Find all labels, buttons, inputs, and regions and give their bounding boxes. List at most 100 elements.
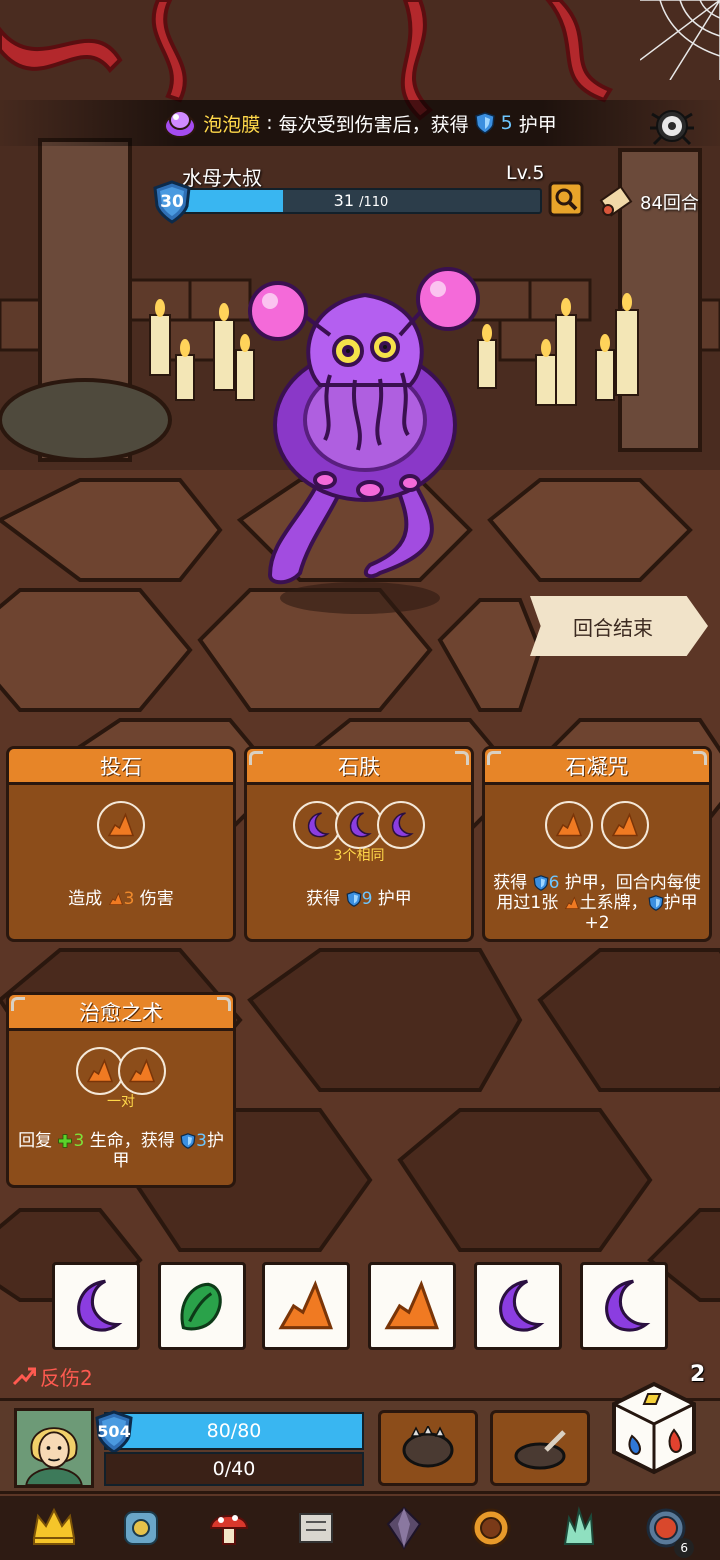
reroll-dice-button[interactable] [610, 1380, 698, 1476]
armor-icon [124, 1511, 159, 1545]
crystal-icon [386, 1506, 422, 1550]
settings-gear-icon[interactable] [646, 100, 698, 152]
card-description-text: 回复 [18, 1131, 58, 1151]
player-avatar[interactable] [14, 1408, 94, 1488]
card-corner-decoration [217, 997, 231, 1011]
card-title: 石肤 [247, 749, 471, 785]
dice-slot[interactable] [377, 801, 425, 849]
relic-scroll-map[interactable] [288, 1500, 344, 1556]
card-healing-art[interactable]: 治愈之术一对回复 3 生命，获得 3护甲 [6, 992, 236, 1188]
dice-slot[interactable] [293, 801, 341, 849]
shield-icon [180, 1133, 196, 1149]
card-dice-slots[interactable] [247, 801, 471, 849]
die-moon[interactable] [52, 1262, 140, 1350]
dice-slot[interactable] [97, 801, 145, 849]
enemy-name: 水母大叔 [182, 166, 262, 190]
relic-amulet[interactable] [463, 1500, 519, 1556]
card-effect-value: 3 [196, 1131, 207, 1151]
leaf-icon [180, 1282, 222, 1331]
card-description: 获得 6 护甲，回合内每使用过1张 土系牌， 护甲+2 [493, 873, 701, 933]
dice-slot[interactable] [601, 801, 649, 849]
card-effect-value: 3 [73, 1131, 85, 1151]
player-armor-value: 504 [97, 1422, 131, 1441]
moon-icon [499, 1279, 545, 1332]
shield-icon [648, 895, 664, 911]
card-description-text: 造成 [68, 889, 108, 909]
card-corner-decoration [487, 751, 501, 765]
end-turn-button[interactable]: 回合结束 [530, 596, 708, 656]
card-title: 治愈之术 [9, 995, 233, 1031]
heal-icon [58, 1134, 73, 1148]
card-stone-curse[interactable]: 石凝咒 获得 6 护甲，回合内每使用过1张 土系牌， 护甲+2 [482, 746, 712, 942]
relic-bar: 6 [0, 1496, 720, 1560]
card-description: 回复 3 生命，获得 3护甲 [17, 1131, 225, 1171]
card-dice-slots[interactable] [9, 1047, 233, 1095]
player-xp-bar: 0/40 [104, 1452, 364, 1486]
relic-count-badge: 6 [674, 1538, 695, 1558]
relic-armor[interactable] [113, 1500, 169, 1556]
moon-icon [307, 812, 330, 838]
reflect-arrow-icon [12, 1367, 36, 1385]
buff-name: 泡泡膜 [203, 113, 261, 136]
earth-icon [384, 1280, 439, 1330]
card-description: 造成 3 伤害 [17, 889, 225, 909]
enemy-hp-text: 31 /110 [182, 190, 540, 212]
slot-requirement-note: 一对 [107, 1094, 135, 1110]
card-description-text: 获得 [306, 889, 346, 909]
relic-mushroom[interactable] [201, 1500, 257, 1556]
scroll-icon [599, 185, 633, 217]
card-corner-decoration [455, 751, 469, 765]
card-stone-skin[interactable]: 石肤 3个相同 获得 9 护甲 [244, 746, 474, 942]
card-description-text: 伤害 [134, 889, 174, 909]
skill-slot-dig[interactable] [490, 1410, 590, 1486]
relic-crown[interactable] [26, 1500, 82, 1556]
die-moon[interactable] [580, 1262, 668, 1350]
enemy-hp-max: /110 [359, 195, 389, 210]
relic-ice-crystal[interactable] [551, 1500, 607, 1556]
enemy-buff-bar[interactable]: 泡泡膜 : 每次受到伤害后，获得 5 护甲 [0, 100, 720, 146]
earth-icon [128, 1058, 156, 1083]
ice-crystal-icon [563, 1506, 594, 1545]
reflect-damage-status[interactable]: 反伤2 [12, 1362, 93, 1391]
spider-web-decoration [640, 0, 720, 80]
earth-icon [278, 1280, 333, 1330]
dice-slot[interactable] [118, 1047, 166, 1095]
earth-icon [86, 1058, 114, 1083]
slot-requirement-note: 3个相同 [333, 848, 385, 864]
die-leaf[interactable] [158, 1262, 246, 1350]
reflect-label: 反伤2 [40, 1366, 93, 1390]
earth-icon [564, 896, 579, 909]
moon-icon [605, 1279, 651, 1332]
card-throw-stone[interactable]: 投石 造成 3 伤害 [6, 746, 236, 942]
relic-rune-orb[interactable]: 6 [638, 1500, 695, 1558]
card-effect-value: 6 [548, 873, 560, 893]
earth-icon [108, 892, 123, 905]
die-earth[interactable] [368, 1262, 456, 1350]
jellyfish-monster[interactable] [230, 255, 500, 615]
buff-shield-value: 5 [500, 112, 513, 134]
player-hp-text: 80/80 [206, 1420, 262, 1442]
dice-slot[interactable] [76, 1047, 124, 1095]
player-hp-bar: 80/80 [104, 1412, 364, 1450]
dice-slot[interactable] [545, 801, 593, 849]
mushroom-icon [209, 1515, 248, 1545]
card-corner-decoration [249, 751, 263, 765]
crown-icon [32, 1507, 75, 1545]
card-effect-value: 3 [123, 889, 135, 909]
dice-slot[interactable] [335, 801, 383, 849]
moon-icon [391, 812, 414, 838]
card-dice-slots[interactable] [485, 801, 709, 849]
enemy-intent-icon[interactable] [548, 181, 584, 217]
die-earth[interactable] [262, 1262, 350, 1350]
relic-crystal[interactable] [376, 1500, 432, 1556]
dig-icon [514, 1430, 566, 1470]
card-dice-slots[interactable] [9, 801, 233, 849]
moon-icon [349, 812, 372, 838]
die-moon[interactable] [474, 1262, 562, 1350]
earth-icon [107, 812, 135, 837]
card-effect-value: 9 [361, 889, 373, 909]
earth-icon [611, 812, 639, 837]
player-xp-text: 0/40 [212, 1458, 256, 1480]
enemy-hp-bar: 31 /110 [180, 188, 542, 214]
skill-slot-fist[interactable] [378, 1410, 478, 1486]
